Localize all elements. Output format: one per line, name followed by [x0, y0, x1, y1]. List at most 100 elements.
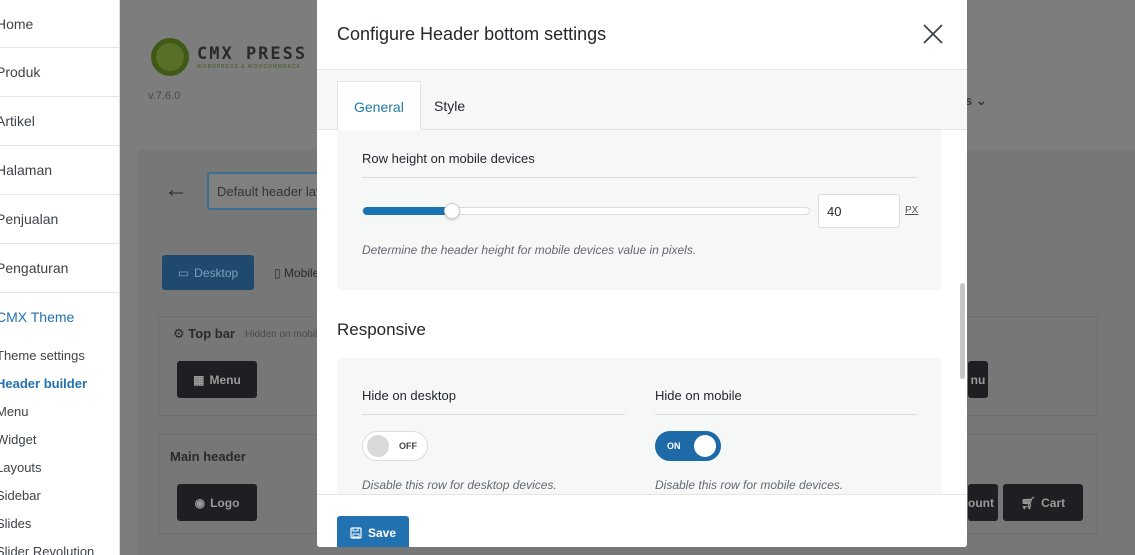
- responsive-panel: Hide on desktop OFF Disable this row for…: [337, 358, 942, 494]
- logo-mark-icon: [151, 38, 189, 76]
- hide-mobile-description: Disable this row for mobile devices.: [655, 478, 844, 492]
- sidebar-item-produk[interactable]: Produk: [0, 48, 119, 97]
- tab-general[interactable]: General: [337, 81, 421, 131]
- divider: [362, 177, 917, 178]
- close-icon[interactable]: [921, 22, 945, 46]
- sidebar-item-cmx-theme[interactable]: CMX Theme: [0, 293, 119, 341]
- element-label: Account: [968, 495, 994, 510]
- row-height-input[interactable]: [818, 194, 900, 228]
- hide-desktop-description: Disable this row for desktop devices.: [362, 478, 557, 492]
- hide-desktop-toggle[interactable]: OFF: [362, 431, 428, 461]
- toggle-state: ON: [667, 441, 681, 451]
- element-label: Logo: [210, 495, 240, 510]
- unit-label[interactable]: PX: [905, 205, 918, 216]
- mobile-icon: ▯: [274, 266, 284, 280]
- responsive-title: Responsive: [337, 320, 426, 339]
- modal-header: Configure Header bottom settings: [317, 0, 967, 70]
- modal-title: Configure Header bottom settings: [337, 24, 607, 44]
- back-arrow-icon[interactable]: ←: [164, 176, 188, 204]
- row-height-panel: Row height on mobile devices PX Determin…: [337, 130, 942, 290]
- brand-tagline: WORDPRESS & WOOCOMMERCE: [197, 64, 302, 70]
- sidebar-item-label: Produk: [0, 64, 41, 80]
- tab-label: General: [354, 98, 404, 115]
- cart-icon: 🛒︎: [1020, 495, 1037, 510]
- element-label: Cart: [1041, 495, 1066, 510]
- element-label: Menu: [209, 372, 241, 387]
- header-name-input[interactable]: Default header layout: [207, 172, 327, 210]
- menu-element-button[interactable]: ▦ Menu: [177, 361, 257, 398]
- device-tab-desktop[interactable]: ▭ Desktop: [162, 255, 254, 290]
- sidebar-subitem-label: Theme settings: [0, 347, 85, 363]
- settings-icon: ⚙: [173, 326, 189, 341]
- sidebar-subitem-menu[interactable]: Menu: [0, 397, 119, 425]
- row-height-slider[interactable]: [362, 203, 810, 219]
- sidebar-subitem-label: Layouts: [0, 459, 42, 475]
- modal-scrollbar[interactable]: [960, 130, 965, 494]
- row-height-label: Row height on mobile devices: [362, 151, 535, 166]
- save-label: Save: [367, 526, 397, 540]
- sidebar-subitem-label: Slider Revolution: [0, 543, 95, 555]
- sidebar-subitem-sidebar[interactable]: Sidebar: [0, 481, 119, 509]
- scrollbar-thumb[interactable]: [960, 283, 965, 379]
- settings-modal: Configure Header bottom settings General…: [317, 0, 967, 547]
- logo-icon: ◉: [194, 495, 206, 510]
- sidebar-item-home[interactable]: Home: [0, 0, 119, 48]
- sidebar-subitem-slides[interactable]: Slides: [0, 509, 119, 537]
- divider: [362, 414, 625, 415]
- toggle-knob: [367, 435, 389, 457]
- sidebar-subitem-widget[interactable]: Widget: [0, 425, 119, 453]
- sidebar-subitem-label: Slides: [0, 515, 32, 531]
- sidebar-subitem-layouts[interactable]: Layouts: [0, 453, 119, 481]
- hide-mobile-toggle[interactable]: ON: [655, 431, 721, 461]
- tab-label: Style: [434, 97, 466, 114]
- top-bar-label: ⚙ Top bar: [173, 326, 235, 342]
- sidebar-item-artikel[interactable]: Artikel: [0, 97, 119, 146]
- sidebar-item-label: Halaman: [0, 162, 53, 178]
- desktop-icon: ▭: [177, 265, 190, 280]
- device-tab-label: Desktop: [194, 265, 239, 280]
- sidebar-subitem-label: Header builder: [0, 375, 88, 391]
- device-tab-label: Mobile: [283, 266, 320, 280]
- top-bar-note: Hidden on mobile: [245, 329, 323, 340]
- modal-footer: Save: [317, 494, 967, 547]
- modal-tabs: General Style: [317, 70, 967, 131]
- sidebar-item-pengaturan[interactable]: Pengaturan: [0, 244, 119, 293]
- main-header-label: Main header: [170, 449, 246, 464]
- sidebar-subitem-label: Menu: [0, 403, 29, 419]
- calendar-icon: ▦: [193, 372, 205, 387]
- sidebar-item-label: Artikel: [0, 113, 35, 129]
- sidebar-subitem-label: Sidebar: [0, 487, 41, 503]
- slider-fill: [363, 207, 453, 215]
- sidebar-item-label: Penjualan: [0, 211, 59, 227]
- hide-mobile-label: Hide on mobile: [655, 388, 742, 403]
- sidebar-item-label: Pengaturan: [0, 260, 69, 276]
- row-title: Top bar: [188, 326, 235, 341]
- sidebar-subitem-header-builder[interactable]: Header builder: [0, 369, 119, 397]
- slider-handle[interactable]: [444, 203, 461, 219]
- cart-element-button[interactable]: 🛒︎ Cart: [1003, 484, 1083, 521]
- divider: [655, 414, 917, 415]
- element-button-right[interactable]: nu: [968, 361, 988, 398]
- save-button[interactable]: Save: [337, 516, 409, 547]
- account-element-button[interactable]: Account: [968, 484, 998, 521]
- sidebar-item-halaman[interactable]: Halaman: [0, 146, 119, 195]
- sidebar-item-label: Home: [0, 15, 34, 32]
- logo-element-button[interactable]: ◉ Logo: [177, 484, 257, 521]
- row-height-description: Determine the header height for mobile d…: [362, 243, 697, 257]
- version-label: v.7.6.0: [148, 90, 181, 102]
- sidebar-item-penjualan[interactable]: Penjualan: [0, 195, 119, 244]
- device-tab-mobile[interactable]: ▯ Mobile: [274, 266, 319, 280]
- brand-name: CMX PRESS: [197, 44, 308, 64]
- hide-desktop-label: Hide on desktop: [362, 388, 456, 403]
- toggle-state: OFF: [399, 441, 417, 451]
- admin-sidebar: Home Produk Artikel Halaman Penjualan Pe…: [0, 0, 120, 555]
- sidebar-subitem-label: Widget: [0, 431, 37, 447]
- modal-body[interactable]: Row height on mobile devices PX Determin…: [317, 130, 967, 494]
- toggle-knob: [694, 435, 716, 457]
- sidebar-subitem-slider-revolution[interactable]: Slider Revolution: [0, 537, 119, 555]
- sidebar-subitem-theme-settings[interactable]: Theme settings: [0, 341, 119, 369]
- sidebar-item-label: CMX Theme: [0, 309, 75, 325]
- save-icon: [350, 527, 362, 539]
- brand-logo: CMX PRESS WORDPRESS & WOOCOMMERCE: [151, 38, 307, 76]
- tab-style[interactable]: Style: [418, 81, 481, 130]
